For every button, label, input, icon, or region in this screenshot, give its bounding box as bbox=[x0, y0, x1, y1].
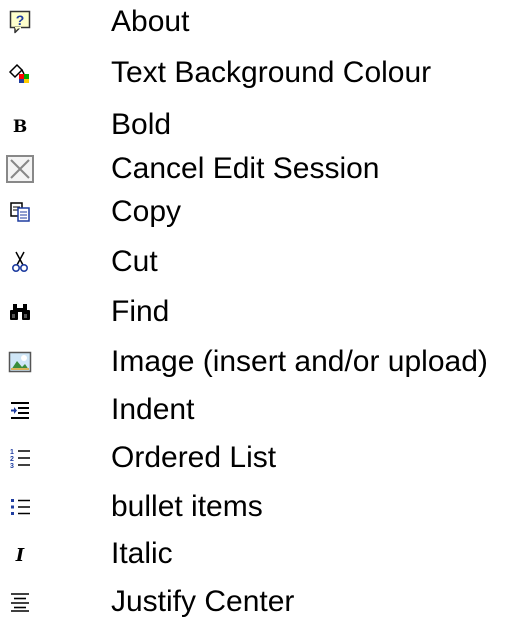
legend-label: Copy bbox=[111, 195, 182, 228]
legend-item-cancel-edit-session: Cancel Edit Session bbox=[0, 147, 513, 191]
legend-label: About bbox=[111, 5, 190, 38]
svg-text:2: 2 bbox=[10, 456, 14, 463]
legend-item-text-background-colour: Text Background Colour bbox=[0, 51, 513, 95]
legend-item-image: Image (insert and/or upload) bbox=[0, 340, 513, 384]
legend-label: Find bbox=[111, 295, 170, 328]
legend-item-cut: Cut bbox=[0, 240, 513, 284]
legend-label: Cancel Edit Session bbox=[111, 152, 380, 185]
legend-label: Bold bbox=[111, 108, 172, 141]
legend-item-about: ? About bbox=[0, 0, 513, 44]
svg-text:I: I bbox=[15, 545, 25, 564]
help-balloon-icon: ? bbox=[0, 0, 40, 44]
justify-center-icon bbox=[0, 580, 40, 624]
legend-item-ordered-list: 1 2 3 Ordered List bbox=[0, 436, 513, 480]
toolbar-legend: ? About Text Background Colour B Bold Ca… bbox=[0, 0, 513, 635]
legend-label: Italic bbox=[111, 537, 173, 570]
legend-label: bullet items bbox=[111, 490, 263, 523]
ordered-list-icon: 1 2 3 bbox=[0, 436, 40, 480]
image-icon bbox=[0, 340, 40, 384]
cancel-icon bbox=[0, 147, 40, 191]
legend-item-bullet-items: bullet items bbox=[0, 485, 513, 529]
legend-label: Image (insert and/or upload) bbox=[111, 345, 488, 378]
svg-text:?: ? bbox=[16, 12, 25, 28]
legend-item-find: Find bbox=[0, 290, 513, 334]
legend-item-indent: Indent bbox=[0, 388, 513, 432]
legend-item-italic: I Italic bbox=[0, 532, 513, 576]
legend-label: Text Background Colour bbox=[111, 56, 432, 89]
svg-text:1: 1 bbox=[10, 449, 14, 456]
legend-item-justify-center: Justify Center bbox=[0, 580, 513, 624]
italic-icon: I bbox=[0, 532, 40, 576]
legend-label: Justify Center bbox=[111, 585, 295, 618]
svg-text:B: B bbox=[13, 117, 27, 135]
svg-text:3: 3 bbox=[10, 463, 14, 469]
legend-label: Ordered List bbox=[111, 441, 277, 474]
legend-label: Cut bbox=[111, 245, 158, 278]
scissors-icon bbox=[0, 240, 40, 284]
legend-item-bold: B Bold bbox=[0, 103, 513, 147]
legend-item-copy: Copy bbox=[0, 190, 513, 234]
copy-icon bbox=[0, 190, 40, 234]
bold-icon: B bbox=[0, 103, 40, 147]
binoculars-icon bbox=[0, 290, 40, 334]
legend-label: Indent bbox=[111, 393, 195, 426]
bullet-list-icon bbox=[0, 485, 40, 529]
indent-icon bbox=[0, 388, 40, 432]
highlight-colour-icon bbox=[0, 51, 40, 95]
